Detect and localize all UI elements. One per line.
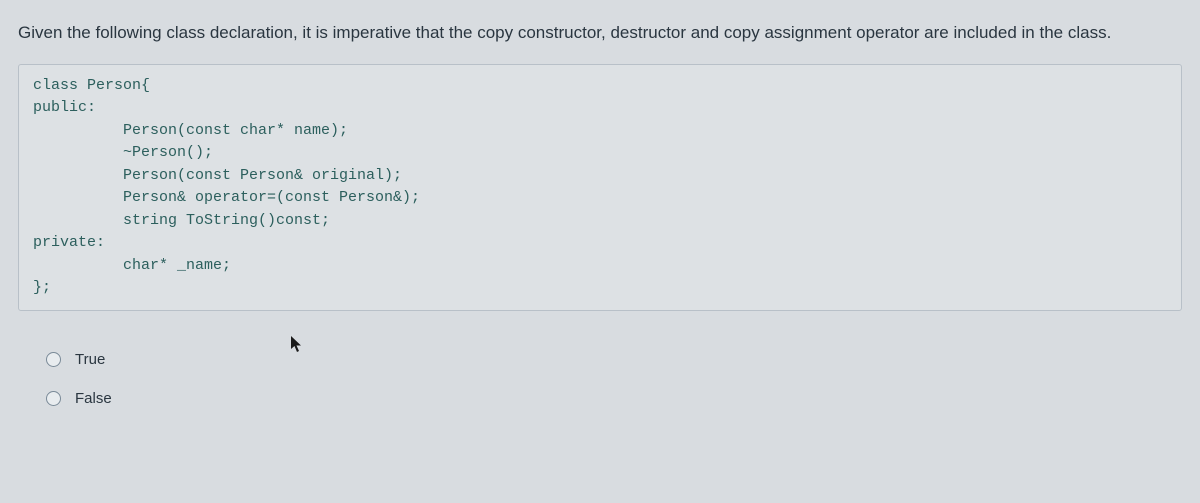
option-label: True (75, 351, 105, 368)
code-line: Person& operator=(const Person&); (33, 187, 1167, 210)
code-line: char* _name; (33, 255, 1167, 278)
code-line: public: (33, 97, 1167, 120)
question-prompt: Given the following class declaration, i… (18, 20, 1182, 46)
code-line: }; (33, 277, 1167, 300)
option-label: False (75, 390, 112, 407)
code-block: class Person{ public: Person(const char*… (18, 64, 1182, 311)
code-line: ~Person(); (33, 142, 1167, 165)
code-line: Person(const Person& original); (33, 165, 1167, 188)
option-true[interactable]: True (46, 351, 1182, 368)
code-line: Person(const char* name); (33, 120, 1167, 143)
options-group: True False (46, 351, 1182, 407)
radio-false[interactable] (46, 391, 61, 406)
code-line: class Person{ (33, 75, 1167, 98)
option-false[interactable]: False (46, 390, 1182, 407)
code-line: string ToString()const; (33, 210, 1167, 233)
code-line: private: (33, 232, 1167, 255)
radio-true[interactable] (46, 352, 61, 367)
